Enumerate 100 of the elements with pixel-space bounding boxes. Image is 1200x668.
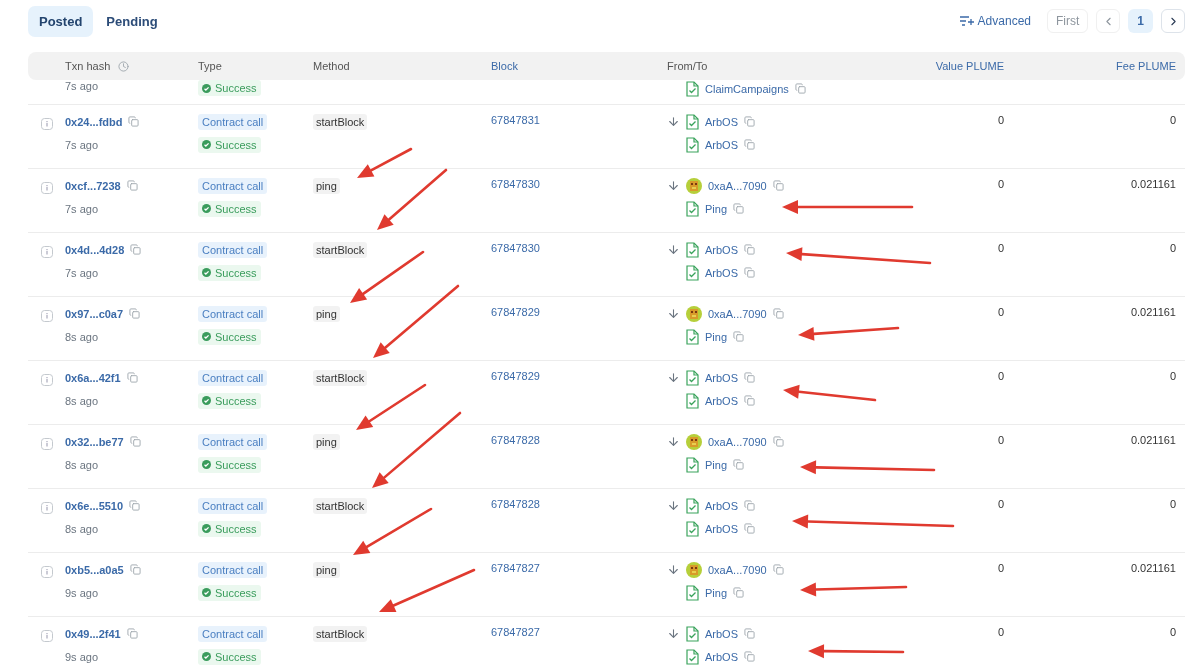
txn-hash-link[interactable]: 0xb5...a0a5: [65, 563, 124, 576]
column-header[interactable]: Value PLUME: [935, 60, 1004, 72]
copy-icon[interactable]: [772, 180, 784, 191]
contract-document-icon: [686, 456, 699, 473]
copy-icon[interactable]: [744, 500, 755, 511]
type-badge: Contract call: [198, 241, 268, 258]
txn-hash-link[interactable]: 0xcf...7238: [65, 179, 121, 192]
address-link[interactable]: 0xaA...7090: [708, 435, 767, 448]
copy-icon[interactable]: [126, 628, 138, 639]
copy-icon[interactable]: [129, 308, 141, 319]
copy-icon[interactable]: [130, 244, 142, 255]
details-icon[interactable]: [41, 309, 53, 322]
details-icon[interactable]: [41, 629, 53, 642]
details-icon[interactable]: [41, 501, 53, 514]
address-link[interactable]: 0xaA...7090: [708, 563, 767, 576]
column-header[interactable]: Block: [491, 60, 518, 72]
copy-icon[interactable]: [126, 372, 138, 383]
details-icon[interactable]: [41, 437, 53, 450]
address-link[interactable]: Ping: [705, 202, 728, 215]
status-badge: Success: [198, 200, 261, 217]
fee-text: 0: [1169, 241, 1176, 254]
success-check-icon: [202, 332, 211, 341]
copy-icon[interactable]: [772, 308, 784, 319]
copy-icon[interactable]: [744, 395, 755, 406]
value-text: 0: [997, 561, 1004, 574]
copy-icon[interactable]: [733, 587, 745, 598]
method-badge: startBlock: [313, 113, 368, 130]
address-link[interactable]: ArbOS: [705, 115, 738, 128]
copy-icon[interactable]: [733, 203, 745, 214]
copy-icon[interactable]: [744, 116, 755, 127]
block-link[interactable]: 67847828: [491, 497, 540, 510]
block-link[interactable]: 67847830: [491, 241, 540, 254]
address-link[interactable]: ArbOS: [705, 371, 738, 384]
age-text: 9s ago: [65, 586, 99, 599]
column-header: Type: [198, 60, 222, 72]
details-icon[interactable]: [41, 245, 53, 258]
copy-icon[interactable]: [772, 436, 784, 447]
address-link[interactable]: ArbOS: [705, 650, 738, 663]
arrow-down-icon: [667, 627, 680, 640]
address-link[interactable]: ClaimCampaigns: [705, 82, 789, 95]
copy-icon[interactable]: [744, 267, 755, 278]
details-icon[interactable]: [41, 117, 53, 130]
address-link[interactable]: ArbOS: [705, 243, 738, 256]
copy-icon[interactable]: [744, 651, 755, 662]
arrow-down-icon: [667, 499, 680, 512]
block-link[interactable]: 67847827: [491, 561, 540, 574]
value-text: 0: [997, 241, 1004, 254]
txn-hash-link[interactable]: 0x4d...4d28: [65, 243, 125, 256]
details-icon[interactable]: [41, 181, 53, 194]
page-number-button[interactable]: 1: [1128, 9, 1153, 33]
txn-hash-link[interactable]: 0x24...fdbd: [65, 115, 123, 128]
details-icon[interactable]: [41, 373, 53, 386]
details-icon[interactable]: [41, 565, 53, 578]
copy-icon[interactable]: [744, 523, 755, 534]
address-link[interactable]: ArbOS: [705, 627, 738, 640]
advanced-filter-button[interactable]: Advanced: [959, 14, 1031, 28]
address-link[interactable]: Ping: [705, 458, 728, 471]
block-link[interactable]: 67847828: [491, 433, 540, 446]
address-link[interactable]: 0xaA...7090: [708, 307, 767, 320]
contract-document-icon: [686, 136, 699, 153]
txn-hash-link[interactable]: 0x6e...5510: [65, 499, 124, 512]
block-link[interactable]: 67847829: [491, 305, 540, 318]
avatar-icon: [686, 305, 702, 322]
copy-icon[interactable]: [129, 436, 141, 447]
copy-icon[interactable]: [733, 331, 745, 342]
copy-icon[interactable]: [744, 372, 755, 383]
copy-icon[interactable]: [744, 244, 755, 255]
tab[interactable]: Posted: [28, 5, 94, 37]
status-badge: Success: [198, 584, 261, 601]
address-link[interactable]: ArbOS: [705, 138, 738, 151]
txn-hash-link[interactable]: 0x32...be77: [65, 435, 124, 448]
copy-icon[interactable]: [129, 564, 141, 575]
block-link[interactable]: 67847831: [491, 113, 540, 126]
next-page-button[interactable]: [1161, 9, 1185, 33]
txn-hash-link[interactable]: 0x97...c0a7: [65, 307, 124, 320]
column-header[interactable]: Fee PLUME: [1116, 60, 1176, 72]
address-link[interactable]: ArbOS: [705, 394, 738, 407]
copy-icon[interactable]: [128, 116, 140, 127]
address-link[interactable]: ArbOS: [705, 499, 738, 512]
method-badge: startBlock: [313, 241, 368, 258]
copy-icon[interactable]: [733, 459, 745, 470]
address-link[interactable]: 0xaA...7090: [708, 179, 767, 192]
copy-icon[interactable]: [744, 139, 755, 150]
copy-icon[interactable]: [794, 83, 806, 94]
txn-hash-link[interactable]: 0x6a...42f1: [65, 371, 121, 384]
block-link[interactable]: 67847829: [491, 369, 540, 382]
clock-icon[interactable]: [118, 60, 130, 72]
tab[interactable]: Pending: [95, 5, 169, 37]
address-link[interactable]: ArbOS: [705, 266, 738, 279]
copy-icon[interactable]: [129, 500, 141, 511]
copy-icon[interactable]: [744, 628, 755, 639]
copy-icon[interactable]: [126, 180, 138, 191]
address-link[interactable]: ArbOS: [705, 522, 738, 535]
arrow-down-icon: [667, 371, 680, 384]
block-link[interactable]: 67847830: [491, 177, 540, 190]
copy-icon[interactable]: [772, 564, 784, 575]
address-link[interactable]: Ping: [705, 586, 728, 599]
txn-hash-link[interactable]: 0x49...2f41: [65, 627, 121, 640]
block-link[interactable]: 67847827: [491, 625, 540, 638]
address-link[interactable]: Ping: [705, 330, 728, 343]
